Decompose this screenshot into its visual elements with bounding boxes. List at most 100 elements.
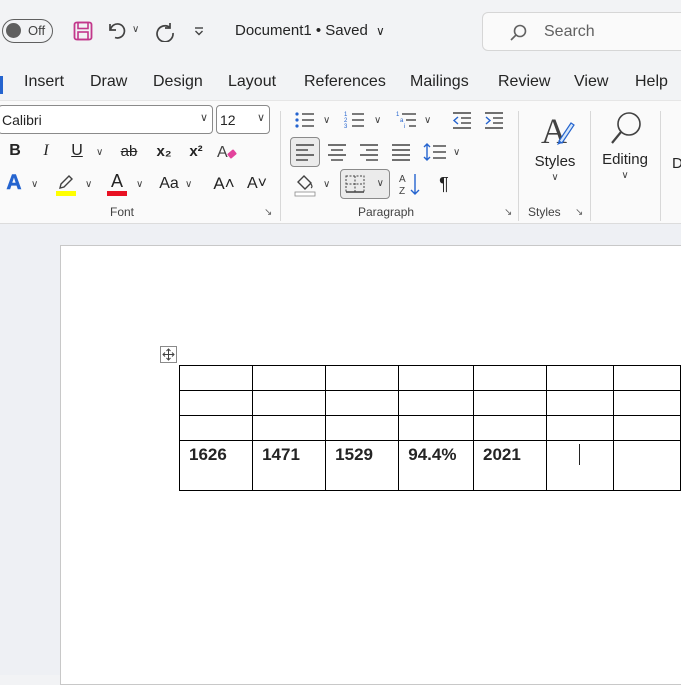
bold-button[interactable]: B — [6, 141, 24, 161]
undo-icon[interactable] — [106, 19, 128, 43]
table-cell[interactable]: 1471 — [252, 440, 327, 491]
bullets-button[interactable] — [294, 109, 316, 131]
align-center-button[interactable] — [326, 141, 348, 163]
align-left-button[interactable] — [290, 137, 320, 167]
table-row — [178, 390, 681, 416]
highlight-button[interactable] — [54, 171, 78, 197]
table-cell[interactable] — [472, 415, 548, 441]
search-placeholder: Search — [544, 23, 595, 40]
editing-button[interactable]: Editing ∨ — [597, 109, 653, 195]
italic-button[interactable]: I — [37, 141, 55, 161]
shrink-font-button[interactable]: A˅ — [245, 173, 269, 195]
font-name-select[interactable]: Calibri ∨ — [0, 105, 213, 134]
table-cell[interactable]: 94.4% — [398, 440, 474, 491]
justify-button[interactable] — [390, 141, 412, 163]
tab-insert[interactable]: Insert — [24, 73, 64, 91]
tab-review[interactable]: Review — [498, 73, 550, 91]
table-move-handle-icon[interactable] — [160, 346, 177, 363]
multilevel-list-button[interactable]: 1ai — [396, 109, 418, 131]
tab-layout[interactable]: Layout — [228, 73, 276, 91]
table-cell[interactable]: 1626 — [178, 440, 254, 491]
table-cell[interactable] — [325, 365, 400, 391]
text-effects-button[interactable]: A — [4, 171, 24, 195]
autosave-toggle[interactable]: Off — [2, 19, 53, 43]
paragraph-dialog-launcher-icon[interactable]: ↘ — [504, 207, 512, 218]
svg-text:A: A — [217, 144, 228, 161]
table-cell[interactable] — [546, 415, 614, 441]
table-cell[interactable] — [613, 440, 681, 491]
table-cell[interactable] — [178, 365, 254, 391]
grow-font-button[interactable]: A˄ — [212, 173, 236, 195]
tab-help[interactable]: Help — [635, 73, 668, 91]
text-effects-dropdown-icon[interactable]: ∨ — [31, 179, 38, 190]
document-title[interactable]: Document1 • Saved ∨ — [235, 22, 385, 39]
change-case-button[interactable]: Aa — [157, 173, 181, 195]
editing-dropdown-icon: ∨ — [621, 170, 629, 181]
tab-design[interactable]: Design — [153, 73, 203, 91]
borders-button[interactable]: ∨ — [340, 169, 390, 199]
sort-button[interactable]: AZ — [398, 171, 422, 197]
strikethrough-button[interactable]: ab — [118, 141, 140, 161]
line-spacing-button[interactable] — [423, 141, 447, 163]
line-spacing-dropdown-icon[interactable]: ∨ — [453, 147, 460, 158]
shading-button[interactable] — [293, 171, 317, 197]
styles-button[interactable]: A Styles ∨ — [530, 109, 580, 195]
table-cell[interactable] — [325, 390, 400, 416]
table-cell[interactable] — [398, 415, 474, 441]
font-color-dropdown-icon[interactable]: ∨ — [136, 179, 143, 190]
multilevel-dropdown-icon[interactable]: ∨ — [424, 115, 431, 126]
table-cell[interactable] — [178, 415, 254, 441]
search-box[interactable]: Search — [482, 12, 681, 51]
table-cell[interactable] — [178, 390, 254, 416]
table-cell[interactable] — [472, 365, 548, 391]
table-cell[interactable] — [252, 390, 327, 416]
numbering-dropdown-icon[interactable]: ∨ — [374, 115, 381, 126]
table-cell[interactable] — [613, 415, 681, 441]
redo-icon[interactable] — [154, 19, 178, 43]
clear-formatting-button[interactable]: A — [216, 141, 238, 163]
table-cell[interactable]: 1529 — [325, 440, 400, 491]
table-cell[interactable] — [546, 365, 614, 391]
font-size-select[interactable]: 12 ∨ — [216, 105, 270, 134]
tab-references[interactable]: References — [304, 73, 386, 91]
font-dialog-launcher-icon[interactable]: ↘ — [264, 207, 272, 218]
table-cell[interactable]: 2021 — [472, 440, 548, 491]
chevron-down-icon: ∨ — [199, 112, 208, 124]
decrease-indent-button[interactable] — [451, 109, 473, 131]
table-cell[interactable] — [546, 390, 614, 416]
numbering-button[interactable]: 123 — [344, 109, 366, 131]
align-right-button[interactable] — [358, 141, 380, 163]
undo-dropdown-icon[interactable]: ∨ — [132, 24, 139, 35]
align-left-icon — [296, 144, 314, 161]
table-cell[interactable] — [613, 390, 681, 416]
document-table[interactable]: 1626 1471 1529 94.4% 2021 — [178, 365, 681, 491]
font-color-button[interactable]: A — [106, 171, 128, 197]
table-cell[interactable] — [252, 415, 327, 441]
eraser-icon: A — [217, 144, 237, 161]
bullets-dropdown-icon[interactable]: ∨ — [323, 115, 330, 126]
align-right-icon — [360, 144, 378, 161]
show-formatting-marks-button[interactable]: ¶ — [434, 173, 454, 195]
underline-dropdown-icon[interactable]: ∨ — [96, 147, 103, 158]
tab-view[interactable]: View — [574, 73, 608, 91]
chevron-down-icon: ∨ — [376, 24, 385, 38]
table-cell[interactable] — [398, 365, 474, 391]
shading-dropdown-icon[interactable]: ∨ — [323, 179, 330, 190]
change-case-dropdown-icon[interactable]: ∨ — [185, 179, 192, 190]
table-cell[interactable] — [398, 390, 474, 416]
increase-indent-button[interactable] — [483, 109, 505, 131]
customize-toolbar-icon[interactable] — [192, 24, 206, 38]
table-cell[interactable] — [546, 440, 614, 491]
tab-mailings[interactable]: Mailings — [410, 73, 469, 91]
highlight-dropdown-icon[interactable]: ∨ — [85, 179, 92, 190]
subscript-button[interactable]: x₂ — [154, 141, 174, 161]
table-cell[interactable] — [252, 365, 327, 391]
underline-button[interactable]: U — [68, 141, 86, 161]
styles-dialog-launcher-icon[interactable]: ↘ — [575, 207, 583, 218]
table-cell[interactable] — [613, 365, 681, 391]
table-cell[interactable] — [472, 390, 548, 416]
table-cell[interactable] — [325, 415, 400, 441]
tab-draw[interactable]: Draw — [90, 73, 127, 91]
save-icon[interactable] — [72, 20, 94, 42]
superscript-button[interactable]: x² — [186, 141, 206, 161]
